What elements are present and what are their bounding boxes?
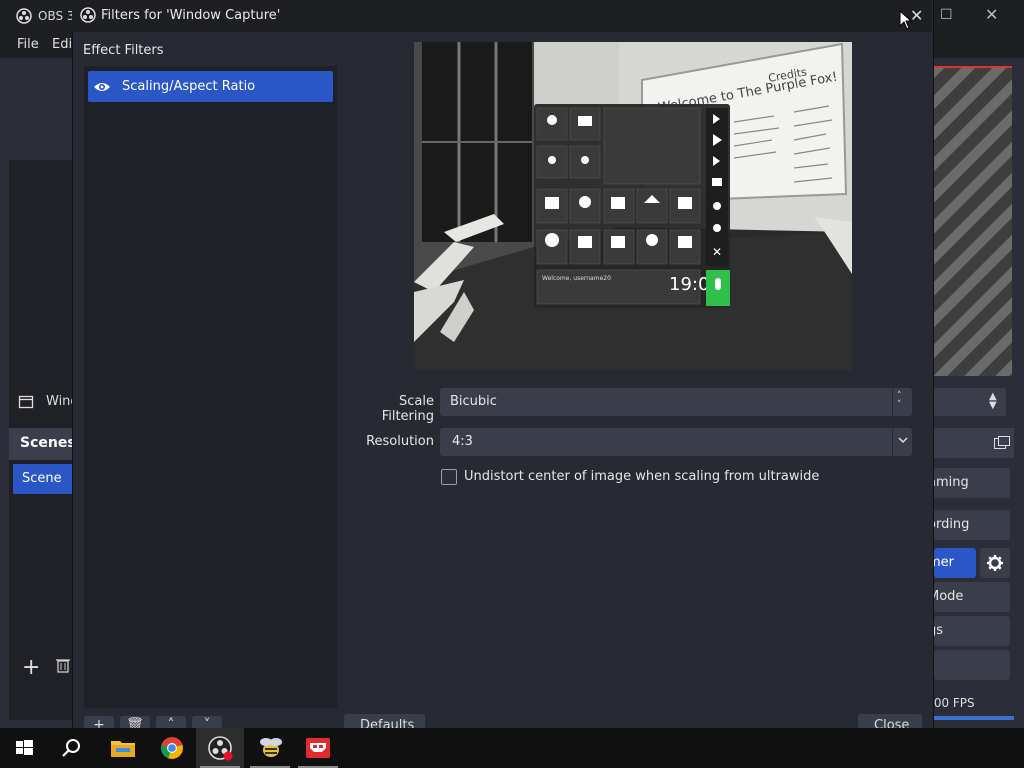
obs-logo-icon	[16, 8, 32, 24]
resolution-value: 4:3	[452, 434, 473, 449]
updown-arrow-icon: ▲ ▼	[989, 391, 997, 411]
menu-edit[interactable]: Edi	[52, 37, 72, 52]
close-icon[interactable]: ✕	[985, 5, 998, 24]
add-scene-button[interactable]: +	[22, 655, 40, 680]
resolution-select[interactable]	[440, 428, 912, 456]
exit-button[interactable]	[934, 650, 1010, 680]
fps-status: .00 FPS	[930, 696, 975, 710]
scene-item-label: Scene	[22, 471, 62, 486]
undock-icon[interactable]	[994, 436, 1010, 450]
obs-preview-partial	[932, 66, 1012, 376]
studio-mode-button[interactable]: Mode	[928, 582, 1010, 612]
start-recording-button[interactable]: ording	[928, 510, 1010, 540]
effect-filters-label: Effect Filters	[83, 43, 164, 58]
mouse-cursor-icon	[899, 10, 913, 30]
scale-filtering-label: Scale Filtering	[381, 394, 434, 424]
chevron-down-icon	[897, 433, 909, 447]
undistort-label[interactable]: Undistort center of image when scaling f…	[464, 469, 819, 484]
svg-text:✕: ✕	[712, 245, 722, 259]
settings-button[interactable]: gs	[928, 616, 1010, 646]
scale-filtering-select[interactable]	[440, 388, 912, 416]
preview-welcome: Welcome, username20	[542, 275, 611, 282]
menu-file[interactable]: File	[17, 37, 39, 52]
trash-icon[interactable]	[56, 657, 70, 673]
chrome-icon[interactable]	[148, 728, 196, 768]
resolution-label: Resolution	[366, 434, 434, 449]
vr-app-icon[interactable]	[294, 728, 342, 768]
dialog-title: Filters for 'Window Capture'	[101, 8, 281, 23]
capture-preview-image: Welcome to The Purple Fox! Credits 19:01…	[414, 42, 852, 370]
start-streaming-button[interactable]: aming	[928, 468, 1010, 498]
scale-filtering-value: Bicubic	[450, 394, 497, 409]
maximize-icon[interactable]: ☐	[940, 7, 953, 23]
search-icon[interactable]	[48, 728, 96, 768]
combo-separator	[892, 388, 893, 416]
obs-icon[interactable]	[196, 728, 244, 768]
eye-icon[interactable]	[93, 80, 111, 94]
status-bar-accent	[932, 716, 1014, 720]
preview-border	[932, 66, 1012, 68]
start-icon[interactable]	[0, 728, 48, 768]
updown-arrow-icon: ˄ ˅	[897, 391, 902, 410]
obs-window-title: OBS 3	[38, 9, 75, 23]
filter-label: Scaling/Aspect Ratio	[122, 79, 256, 94]
obs-logo-icon	[80, 7, 96, 23]
scenes-title: Scenes	[20, 435, 76, 451]
window-source-icon	[18, 394, 34, 410]
hornet-icon[interactable]	[246, 728, 294, 768]
file-explorer-icon[interactable]	[98, 728, 146, 768]
combo-separator	[892, 428, 893, 456]
undistort-checkbox[interactable]	[441, 469, 457, 485]
filter-list[interactable]	[84, 66, 337, 708]
gear-icon[interactable]	[980, 548, 1010, 578]
